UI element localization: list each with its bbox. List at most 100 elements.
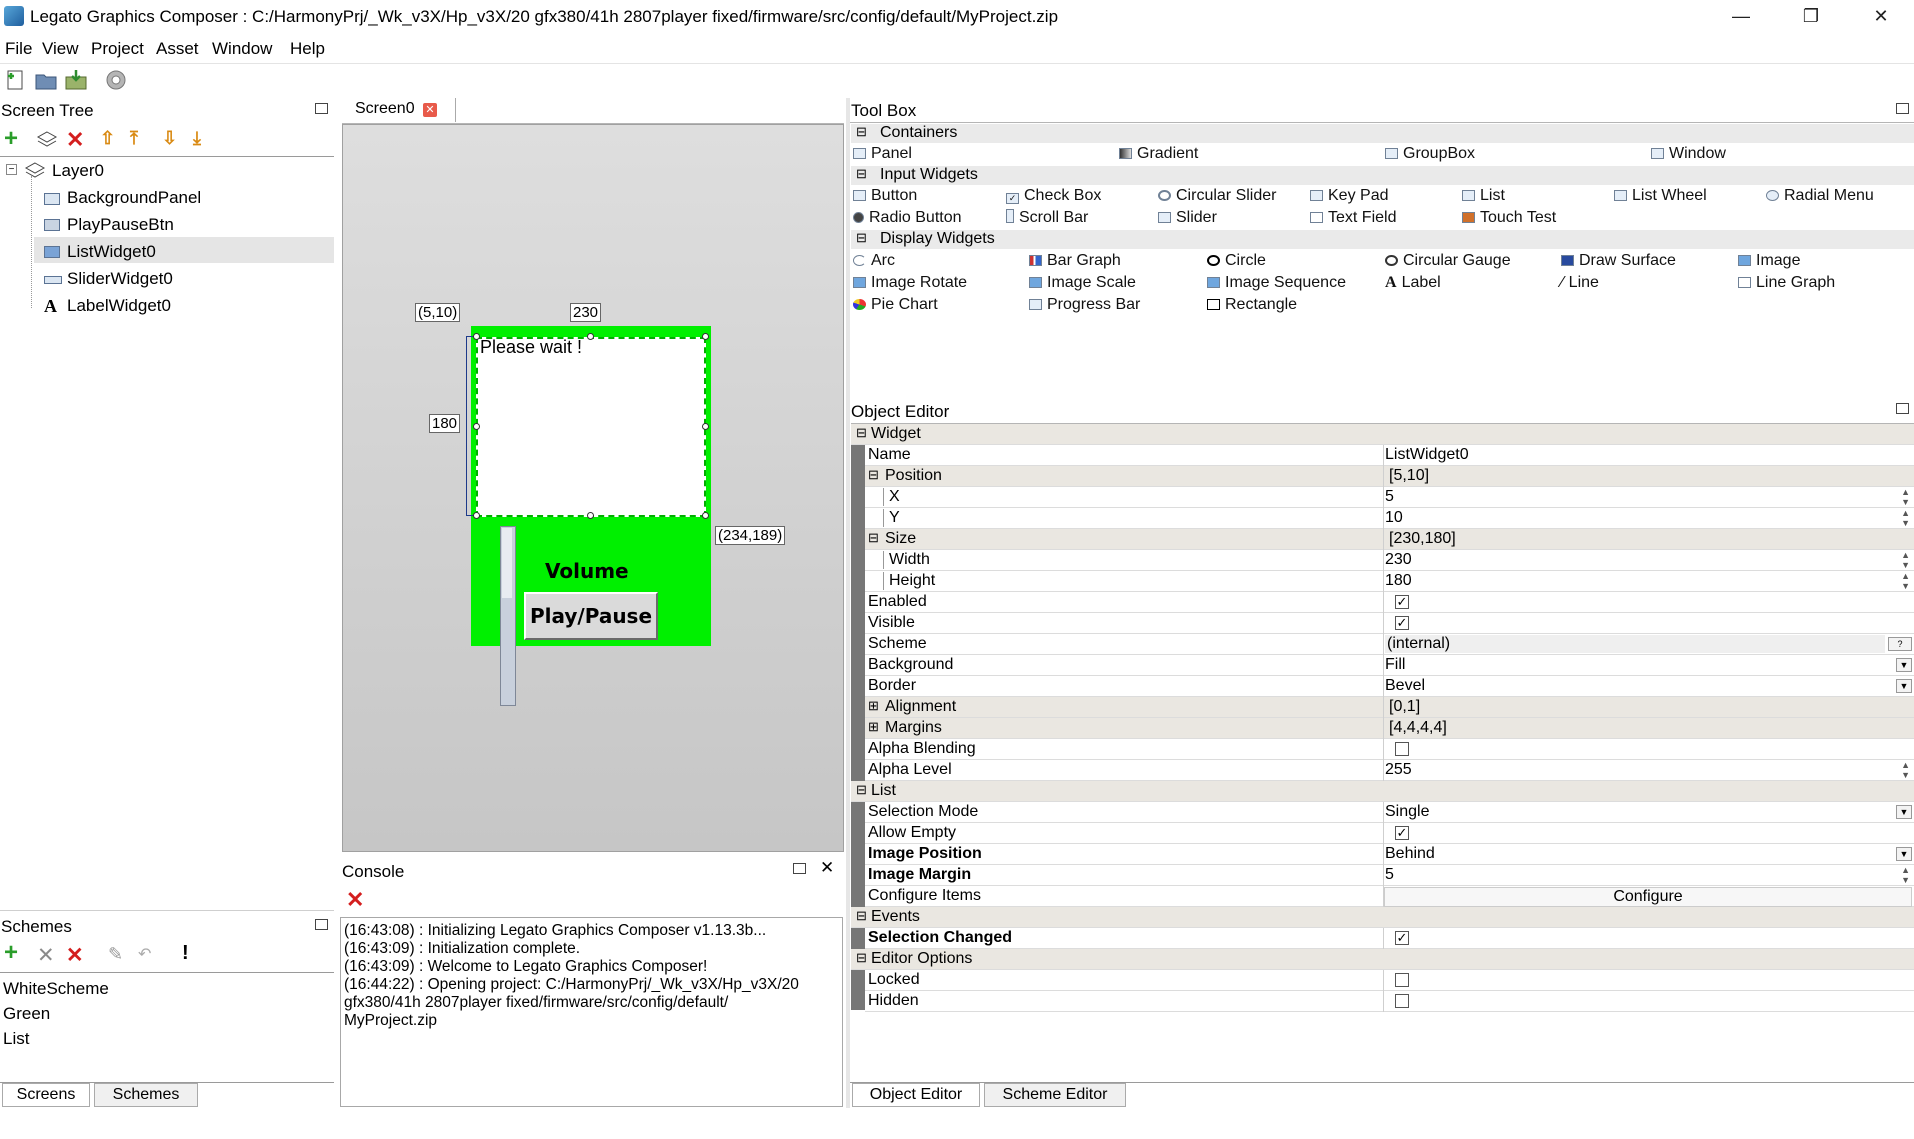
scheme-item[interactable]: Green — [3, 1004, 50, 1024]
toolbox-section-input[interactable] — [851, 166, 1914, 185]
float-panel-icon[interactable] — [315, 103, 328, 114]
prop-alpha-level[interactable]: Alpha Level 255 ▲ ▼ — [865, 760, 1914, 781]
prop-alignment[interactable]: ⊞ Alignment [0,1] — [865, 697, 1914, 718]
tool-arc[interactable]: Arc — [853, 252, 895, 270]
tool-gradient[interactable]: Gradient — [1119, 145, 1198, 163]
tool-circular-gauge[interactable]: Circular Gauge — [1385, 252, 1511, 270]
tool-image-rotate[interactable]: Image Rotate — [853, 274, 967, 292]
menu-view[interactable]: View — [42, 39, 79, 59]
collapse-icon[interactable]: ⊟ — [856, 124, 867, 140]
prop-size[interactable]: ⊟ Size [230,180] — [865, 529, 1914, 550]
section-widget[interactable]: ⊟ Widget — [851, 424, 1914, 445]
tool-check-box[interactable]: ✓ Check Box — [1006, 187, 1101, 205]
allow-empty-checkbox[interactable]: ✓ — [1395, 826, 1409, 840]
collapse-icon[interactable]: ⊟ — [856, 166, 867, 182]
tool-label[interactable]: A Label — [1385, 274, 1441, 292]
scheme-item[interactable]: List — [3, 1029, 29, 1049]
remove-icon[interactable]: ✕ — [37, 943, 55, 968]
prop-hidden[interactable]: Hidden — [865, 991, 1914, 1012]
delete-scheme-icon[interactable]: ✕ — [66, 943, 84, 968]
tree-item-selected[interactable]: ListWidget0 — [67, 242, 156, 262]
add-icon[interactable]: + — [4, 127, 18, 151]
prop-position[interactable]: ⊟ Position [5,10] — [865, 466, 1914, 487]
resize-handle[interactable] — [702, 423, 709, 430]
tool-panel[interactable]: Panel — [853, 145, 912, 163]
tab-schemes[interactable]: Schemes — [94, 1083, 198, 1107]
prop-enabled[interactable]: Enabled ✓ — [865, 592, 1914, 613]
menu-help[interactable]: Help — [290, 39, 325, 59]
restore-button[interactable]: ❐ — [1782, 0, 1840, 34]
settings-gear-icon[interactable] — [104, 68, 128, 92]
prop-allow-empty[interactable]: Allow Empty ✓ — [865, 823, 1914, 844]
tool-scroll-bar[interactable]: Scroll Bar — [1006, 209, 1088, 227]
section-events[interactable]: ⊟ Events — [851, 907, 1914, 928]
tab-screens[interactable]: Screens — [2, 1083, 90, 1107]
section-editor-options[interactable]: ⊟ Editor Options — [851, 949, 1914, 970]
scheme-item[interactable]: WhiteScheme — [3, 979, 109, 999]
tree-item[interactable]: SliderWidget0 — [67, 269, 173, 289]
delete-icon[interactable]: ✕ — [66, 127, 84, 153]
enabled-checkbox[interactable]: ✓ — [1395, 595, 1409, 609]
minimize-button[interactable]: — — [1712, 0, 1770, 34]
alpha-blending-checkbox[interactable] — [1395, 742, 1409, 756]
tool-image[interactable]: Image — [1738, 252, 1800, 270]
resize-handle[interactable] — [702, 512, 709, 519]
tab-screen0[interactable]: Screen0 — [355, 100, 415, 118]
move-bottom-icon[interactable]: ⤓ — [193, 128, 201, 149]
close-tab-icon[interactable]: ✕ — [423, 103, 437, 117]
tool-image-scale[interactable]: Image Scale — [1029, 274, 1136, 292]
resize-handle[interactable] — [702, 333, 709, 340]
close-button[interactable]: ✕ — [1852, 0, 1910, 34]
tool-bar-graph[interactable]: Bar Graph — [1029, 252, 1121, 270]
selection-changed-checkbox[interactable]: ✓ — [1395, 931, 1409, 945]
tool-button[interactable]: Button — [853, 187, 917, 205]
close-console-icon[interactable]: ✕ — [820, 858, 834, 878]
prop-border[interactable]: Border Bevel ▼ — [865, 676, 1914, 697]
open-project-icon[interactable] — [34, 68, 58, 92]
tool-radial-menu[interactable]: Radial Menu — [1766, 187, 1874, 205]
collapse-icon[interactable]: ⊟ — [856, 230, 867, 246]
prop-locked[interactable]: Locked — [865, 970, 1914, 991]
menu-window[interactable]: Window — [212, 39, 272, 59]
tool-image-sequence[interactable]: Image Sequence — [1207, 274, 1346, 292]
list-item-text[interactable]: Please wait ! — [480, 337, 582, 358]
move-down-icon[interactable]: ⇩ — [162, 128, 177, 149]
tool-list[interactable]: List — [1462, 187, 1505, 205]
prop-selection-mode[interactable]: Selection Mode Single ▼ — [865, 802, 1914, 823]
tool-draw-surface[interactable]: Draw Surface — [1561, 252, 1676, 270]
tool-rectangle[interactable]: Rectangle — [1207, 296, 1297, 314]
tree-layer[interactable]: Layer0 — [52, 161, 104, 181]
prop-background[interactable]: Background Fill ▼ — [865, 655, 1914, 676]
undo-icon[interactable]: ↶ — [138, 944, 151, 964]
hidden-checkbox[interactable] — [1395, 994, 1409, 1008]
tree-item[interactable]: PlayPauseBtn — [67, 215, 174, 235]
prop-selection-changed[interactable]: Selection Changed ✓ — [865, 928, 1914, 949]
prop-margins[interactable]: ⊞ Margins [4,4,4,4] — [865, 718, 1914, 739]
prop-visible[interactable]: Visible ✓ — [865, 613, 1914, 634]
add-scheme-icon[interactable]: + — [4, 941, 18, 965]
float-panel-icon[interactable] — [315, 919, 328, 930]
play-pause-button[interactable]: Play/Pause — [524, 592, 658, 640]
prop-x[interactable]: X 5 ▲ ▼ — [865, 487, 1914, 508]
visible-checkbox[interactable]: ✓ — [1395, 616, 1409, 630]
resize-handle[interactable] — [473, 333, 480, 340]
list-widget[interactable] — [476, 337, 706, 517]
collapse-icon[interactable]: − — [6, 164, 17, 175]
tool-line-graph[interactable]: Line Graph — [1738, 274, 1835, 292]
float-panel-icon[interactable] — [1896, 403, 1909, 414]
clear-console-icon[interactable]: ✕ — [346, 887, 364, 913]
tool-touch-test[interactable]: Touch Test — [1462, 209, 1556, 227]
section-list[interactable]: ⊟ List — [851, 781, 1914, 802]
tool-progress-bar[interactable]: Progress Bar — [1029, 296, 1140, 314]
new-project-icon[interactable] — [4, 68, 28, 92]
menu-project[interactable]: Project — [91, 39, 144, 59]
tool-text-field[interactable]: Text Field — [1310, 209, 1396, 227]
save-project-icon[interactable] — [64, 68, 88, 92]
toolbox-section-display[interactable] — [851, 230, 1914, 249]
configure-button[interactable]: Configure — [1384, 887, 1912, 907]
menu-file[interactable]: File — [5, 39, 32, 59]
toolbox-section-containers[interactable] — [851, 124, 1914, 143]
menu-asset[interactable]: Asset — [156, 39, 199, 59]
tool-slider[interactable]: Slider — [1158, 209, 1217, 227]
tab-object-editor[interactable]: Object Editor — [852, 1083, 980, 1107]
